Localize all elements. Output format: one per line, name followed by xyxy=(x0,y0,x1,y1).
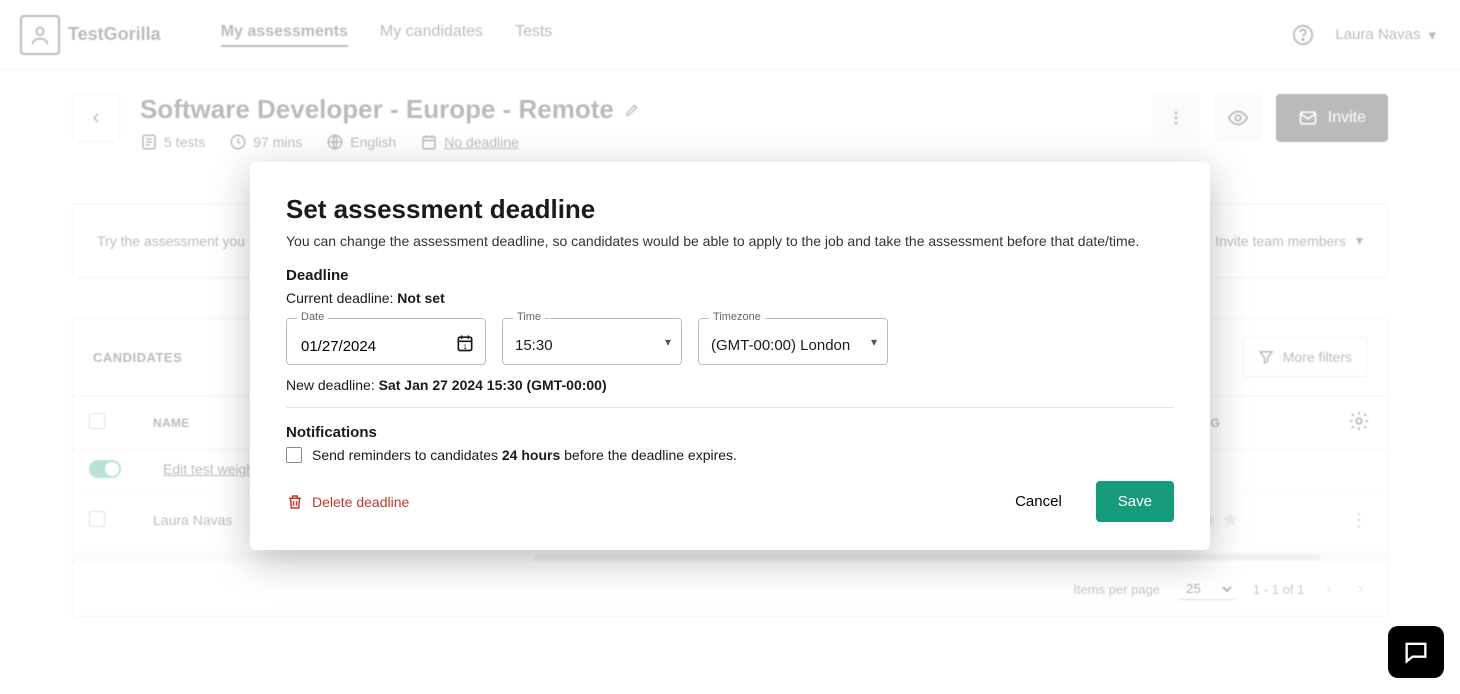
modal-desc: You can change the assessment deadline, … xyxy=(286,233,1174,249)
current-value: Not set xyxy=(397,290,444,306)
current-prefix: Current deadline: xyxy=(286,290,397,306)
deadline-fields: Date 1 Time 15:30 ▾ Timezone (GMT-00:00)… xyxy=(286,318,1174,365)
timezone-field[interactable]: Timezone (GMT-00:00) London ▾ xyxy=(698,318,888,365)
chevron-down-icon: ▾ xyxy=(871,335,877,349)
notifications-subhead: Notifications xyxy=(286,424,1174,441)
delete-deadline-button[interactable]: Delete deadline xyxy=(286,493,409,511)
chevron-down-icon: ▾ xyxy=(665,335,671,349)
date-field[interactable]: Date 1 xyxy=(286,318,486,365)
time-label: Time xyxy=(513,311,545,323)
current-deadline-line: Current deadline: Not set xyxy=(286,290,1174,306)
time-field[interactable]: Time 15:30 ▾ xyxy=(502,318,682,365)
trash-icon xyxy=(286,493,304,511)
cancel-button[interactable]: Cancel xyxy=(993,481,1084,522)
chat-fab[interactable] xyxy=(1388,626,1444,678)
chat-icon xyxy=(1402,638,1430,666)
date-input[interactable] xyxy=(299,337,473,356)
new-value: Sat Jan 27 2024 15:30 (GMT-00:00) xyxy=(379,377,607,393)
reminder-text: Send reminders to candidates 24 hours be… xyxy=(312,447,737,463)
reminder-prefix: Send reminders to candidates xyxy=(312,447,502,463)
tz-label: Timezone xyxy=(709,311,765,323)
deadline-subhead: Deadline xyxy=(286,267,1174,284)
calendar-icon[interactable]: 1 xyxy=(455,333,475,356)
date-label: Date xyxy=(297,311,328,323)
timezone-value: (GMT-00:00) London xyxy=(711,337,875,354)
svg-text:1: 1 xyxy=(463,344,467,351)
delete-label: Delete deadline xyxy=(312,494,409,510)
modal-title: Set assessment deadline xyxy=(286,194,1174,225)
save-button[interactable]: Save xyxy=(1096,481,1174,522)
modal-footer: Delete deadline Cancel Save xyxy=(286,481,1174,522)
time-value: 15:30 xyxy=(515,337,669,354)
reminder-checkbox[interactable] xyxy=(286,447,302,463)
reminder-row: Send reminders to candidates 24 hours be… xyxy=(286,447,1174,463)
new-deadline-line: New deadline: Sat Jan 27 2024 15:30 (GMT… xyxy=(286,377,1174,393)
separator xyxy=(286,407,1174,408)
reminder-bold: 24 hours xyxy=(502,447,560,463)
reminder-suffix: before the deadline expires. xyxy=(560,447,737,463)
new-prefix: New deadline: xyxy=(286,377,379,393)
deadline-modal: Set assessment deadline You can change t… xyxy=(250,162,1210,550)
